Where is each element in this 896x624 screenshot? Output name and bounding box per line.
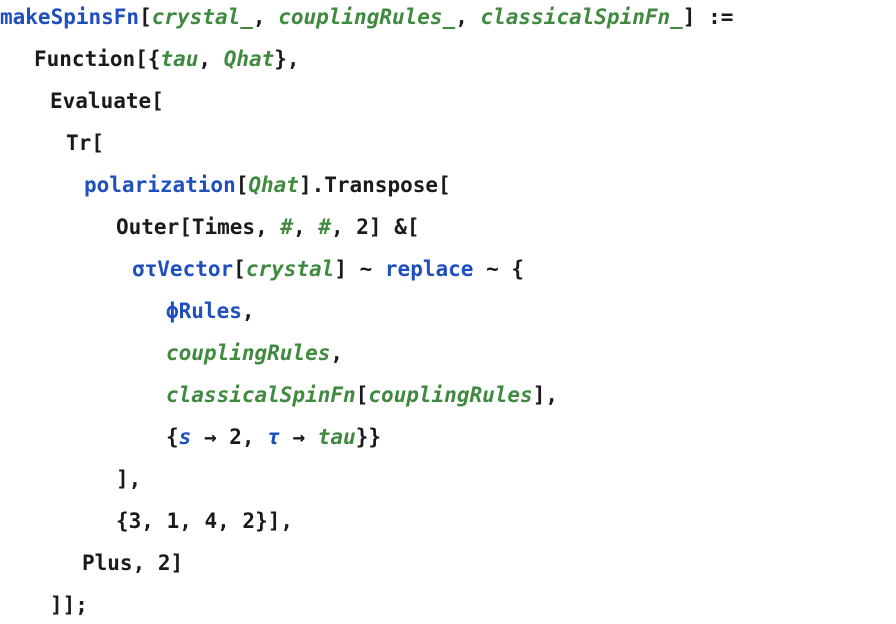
code-token: , xyxy=(198,47,224,71)
code-token: [ xyxy=(235,173,249,197)
code-token: couplingRules xyxy=(368,383,533,407)
code-token: polarization xyxy=(84,173,236,197)
code-token: [ xyxy=(355,383,369,407)
code-token: }} xyxy=(355,425,381,449)
code-line: {s → 2, τ → tau}} xyxy=(166,422,381,452)
code-token: [ xyxy=(151,89,164,113)
code-token: replace xyxy=(384,257,474,281)
code-token: }, xyxy=(274,47,300,71)
code-line: Evaluate[ xyxy=(50,86,164,116)
code-token: couplingRules xyxy=(166,341,331,365)
code-line: couplingRules, xyxy=(166,338,343,368)
code-token: ]]; xyxy=(50,593,88,617)
code-token: tau xyxy=(160,47,199,71)
code-line: ϕRules, xyxy=(166,296,255,326)
code-line: polarization[Qhat].Transpose[ xyxy=(84,170,451,200)
code-line: Outer[Times, #, #, 2] &[ xyxy=(116,212,420,242)
code-token: , xyxy=(293,215,319,239)
code-token: [{ xyxy=(135,47,161,71)
code-line: ]]; xyxy=(50,590,88,620)
code-token: , xyxy=(241,299,255,323)
code-token: Qhat xyxy=(248,173,299,197)
code-token: s xyxy=(178,425,192,449)
code-line: στVector[crystal] ~ replace ~ { xyxy=(132,254,524,284)
code-token: Tr xyxy=(66,131,92,155)
code-token: # xyxy=(318,215,331,239)
code-token: → xyxy=(279,425,318,449)
code-token: ], xyxy=(532,383,558,407)
code-token: Qhat xyxy=(223,47,275,71)
code-token: Function xyxy=(34,47,136,71)
code-token: , xyxy=(252,5,279,29)
code-token: couplingRules_ xyxy=(278,5,456,29)
code-token: ], xyxy=(116,467,142,491)
code-token: classicalSpinFn xyxy=(166,383,356,407)
code-token: → 2, xyxy=(191,425,268,449)
code-token: ~ { xyxy=(473,257,524,281)
code-line: Tr[ xyxy=(66,128,104,158)
code-token: # xyxy=(280,215,294,239)
code-token: στVector xyxy=(132,257,234,281)
code-token: ϕRules xyxy=(166,299,242,323)
code-token: ] ~ xyxy=(334,257,385,281)
code-line: {3, 1, 4, 2}], xyxy=(116,506,293,536)
code-token: Outer xyxy=(116,215,180,239)
code-token: ].Transpose[ xyxy=(298,173,451,197)
code-line: Function[{tau, Qhat}, xyxy=(34,44,300,74)
code-cell[interactable]: makeSpinsFn[crystal_, couplingRules_, cl… xyxy=(0,0,896,624)
code-token: tau xyxy=(317,425,356,449)
code-line: makeSpinsFn[crystal_, couplingRules_, cl… xyxy=(0,2,733,32)
code-token: [ xyxy=(139,5,152,29)
code-token: [Times, xyxy=(179,215,281,239)
code-token: , 2] &[ xyxy=(330,215,420,239)
code-token: Evaluate xyxy=(50,89,152,113)
code-token: crystal xyxy=(245,257,335,281)
code-token: [ xyxy=(91,131,104,155)
code-token: {3, 1, 4, 2}], xyxy=(116,509,294,533)
code-token: , xyxy=(455,5,481,29)
code-line: classicalSpinFn[couplingRules], xyxy=(166,380,558,410)
code-token: { xyxy=(166,425,179,449)
code-token: τ xyxy=(267,425,280,449)
code-token: makeSpinsFn xyxy=(0,5,140,29)
code-line: ], xyxy=(116,464,141,494)
code-token: ] := xyxy=(682,5,734,29)
code-line: Plus, 2] xyxy=(82,548,183,578)
code-token: crystal_ xyxy=(151,5,253,29)
code-token: , xyxy=(330,341,344,365)
code-token: classicalSpinFn_ xyxy=(480,5,683,29)
code-token: Plus, 2] xyxy=(82,551,184,575)
code-token: [ xyxy=(233,257,246,281)
